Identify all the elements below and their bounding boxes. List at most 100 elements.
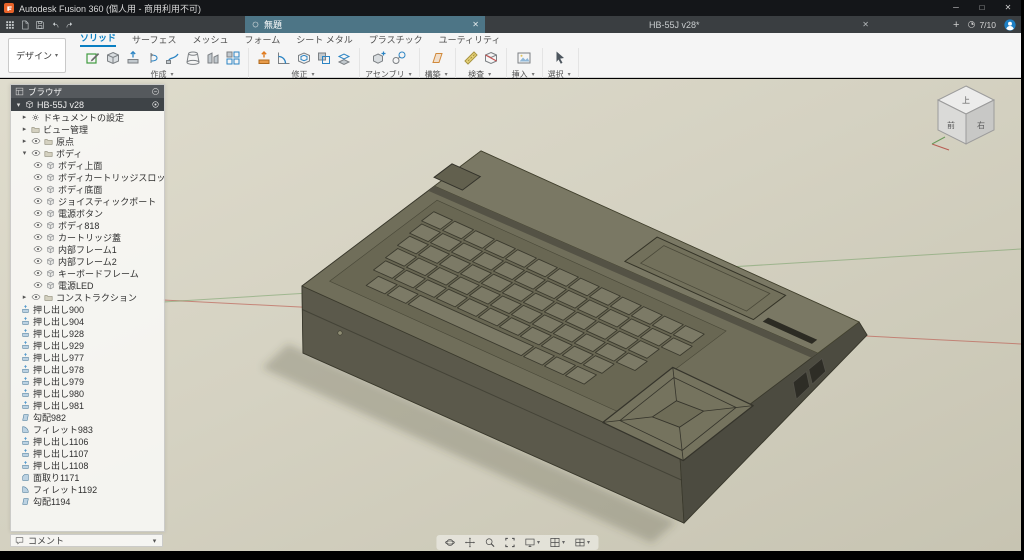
caret-right-icon[interactable]: ▸ — [21, 125, 28, 133]
user-avatar[interactable] — [1004, 19, 1016, 31]
ribbon-tab[interactable]: シート メタル — [296, 33, 353, 47]
document-tab[interactable]: HB-55J v28*✕ — [643, 16, 875, 33]
tree-item[interactable]: ボディ底面 — [11, 183, 164, 195]
tree-item[interactable]: カートリッジ蓋 — [11, 231, 164, 243]
document-tab[interactable]: 無題✕ — [245, 16, 485, 33]
tree-item[interactable]: 押し出し981 — [11, 399, 164, 411]
press-pull-icon[interactable] — [254, 48, 274, 68]
zoom-icon[interactable] — [484, 537, 495, 548]
ribbon-tab[interactable]: メッシュ — [192, 33, 228, 47]
ribbon-tab[interactable]: ユーティリティ — [439, 33, 501, 47]
orbit-icon[interactable] — [444, 537, 455, 548]
fit-icon[interactable] — [504, 537, 515, 548]
caret-right-icon[interactable]: ▸ — [21, 113, 28, 121]
pattern-icon[interactable] — [223, 48, 243, 68]
tree-item[interactable]: 押し出し928 — [11, 327, 164, 339]
visibility-eye-icon[interactable] — [33, 232, 43, 242]
sweep-icon[interactable] — [163, 48, 183, 68]
ribbon-tab[interactable]: フォーム — [245, 33, 281, 47]
viewports-icon[interactable]: ▾ — [574, 537, 590, 548]
job-status[interactable]: 7/10 — [967, 20, 996, 30]
new-component-icon[interactable] — [369, 48, 389, 68]
file-icon[interactable] — [17, 17, 32, 32]
tab-close-button[interactable]: ✕ — [472, 20, 479, 29]
caret-down-icon[interactable]: ▾ — [15, 101, 22, 109]
ribbon-tab[interactable]: サーフェス — [132, 33, 176, 47]
tree-item[interactable]: ▸ドキュメントの設定 — [11, 111, 164, 123]
tree-item[interactable]: 内部フレーム1 — [11, 243, 164, 255]
select-icon[interactable] — [550, 48, 570, 68]
minimize-button[interactable]: ─ — [943, 0, 969, 16]
tree-item[interactable]: ▸ビュー管理 — [11, 123, 164, 135]
tree-item[interactable]: 押し出し979 — [11, 375, 164, 387]
display-settings-icon[interactable]: ▾ — [524, 537, 540, 548]
fillet-icon[interactable] — [274, 48, 294, 68]
tree-item[interactable]: ボディカートリッジスロット — [11, 171, 164, 183]
ribbon-tab[interactable]: プラスチック — [369, 33, 423, 47]
visibility-eye-icon[interactable] — [31, 292, 41, 302]
visibility-eye-icon[interactable] — [31, 148, 41, 158]
tree-item[interactable]: ジョイスティックポート — [11, 195, 164, 207]
section-analysis-icon[interactable] — [481, 48, 501, 68]
tree-item[interactable]: ▾ボディ — [11, 147, 164, 159]
tree-item[interactable]: 勾配982 — [11, 411, 164, 423]
grid-display-icon[interactable]: ▾ — [549, 537, 565, 548]
tree-item[interactable]: 面取り1171 — [11, 471, 164, 483]
tree-item[interactable]: 押し出し977 — [11, 351, 164, 363]
visibility-eye-icon[interactable] — [33, 172, 43, 182]
rib-icon[interactable] — [203, 48, 223, 68]
loft-icon[interactable] — [183, 48, 203, 68]
workspace-selector[interactable]: デザイン ▾ — [8, 38, 66, 73]
tree-item[interactable]: 勾配1194 — [11, 495, 164, 507]
tree-item[interactable]: 押し出し1107 — [11, 447, 164, 459]
ribbon-tab[interactable]: ソリッド — [80, 31, 116, 47]
visibility-eye-icon[interactable] — [33, 244, 43, 254]
tree-item[interactable]: フィレット983 — [11, 423, 164, 435]
tree-item[interactable]: キーボードフレーム — [11, 267, 164, 279]
visibility-eye-icon[interactable] — [33, 208, 43, 218]
tree-item[interactable]: 押し出し1108 — [11, 459, 164, 471]
tree-item[interactable]: ボディ818 — [11, 219, 164, 231]
visibility-eye-icon[interactable] — [33, 268, 43, 278]
caret-right-icon[interactable]: ▸ — [21, 293, 28, 301]
save-icon[interactable] — [32, 17, 47, 32]
redo-icon[interactable] — [62, 17, 77, 32]
app-grid-icon[interactable] — [2, 17, 17, 32]
tree-item[interactable]: 押し出し1106 — [11, 435, 164, 447]
shell-icon[interactable] — [294, 48, 314, 68]
tree-item[interactable]: 押し出し978 — [11, 363, 164, 375]
viewport[interactable]: 上 前 右 ブラウザ — [0, 79, 1021, 551]
tab-close-button[interactable]: ✕ — [862, 20, 869, 29]
revolve-icon[interactable] — [143, 48, 163, 68]
visibility-eye-icon[interactable] — [31, 136, 41, 146]
joint-icon[interactable] — [389, 48, 409, 68]
extrude-icon[interactable] — [123, 48, 143, 68]
tree-item[interactable]: 押し出し929 — [11, 339, 164, 351]
tree-item[interactable]: ボディ上面 — [11, 159, 164, 171]
expand-comments-icon[interactable]: ▾ — [151, 537, 158, 545]
activate-component-radio[interactable] — [151, 100, 160, 109]
primitive-box-icon[interactable] — [103, 48, 123, 68]
tree-item[interactable]: ▸原点 — [11, 135, 164, 147]
tree-item[interactable]: 押し出し904 — [11, 315, 164, 327]
pan-icon[interactable] — [464, 537, 475, 548]
visibility-eye-icon[interactable] — [33, 256, 43, 266]
visibility-eye-icon[interactable] — [33, 160, 43, 170]
tree-item[interactable]: 押し出し980 — [11, 387, 164, 399]
caret-down-icon[interactable]: ▾ — [21, 149, 28, 157]
visibility-eye-icon[interactable] — [33, 184, 43, 194]
create-sketch-icon[interactable] — [83, 48, 103, 68]
new-tab-button[interactable]: + — [953, 19, 959, 31]
tree-item[interactable]: 押し出し900 — [11, 303, 164, 315]
tree-item[interactable]: フィレット1192 — [11, 483, 164, 495]
tree-root-component[interactable]: ▾ HB-55J v28 — [11, 98, 164, 111]
close-button[interactable]: ✕ — [995, 0, 1021, 16]
visibility-eye-icon[interactable] — [33, 220, 43, 230]
insert-canvas-icon[interactable] — [514, 48, 534, 68]
combine-icon[interactable] — [314, 48, 334, 68]
view-cube[interactable]: 上 前 右 — [927, 81, 1005, 153]
collapse-panel-icon[interactable] — [151, 87, 160, 96]
tree-item[interactable]: 電源LED — [11, 279, 164, 291]
undo-icon[interactable] — [47, 17, 62, 32]
tree-item[interactable]: ▸コンストラクション — [11, 291, 164, 303]
